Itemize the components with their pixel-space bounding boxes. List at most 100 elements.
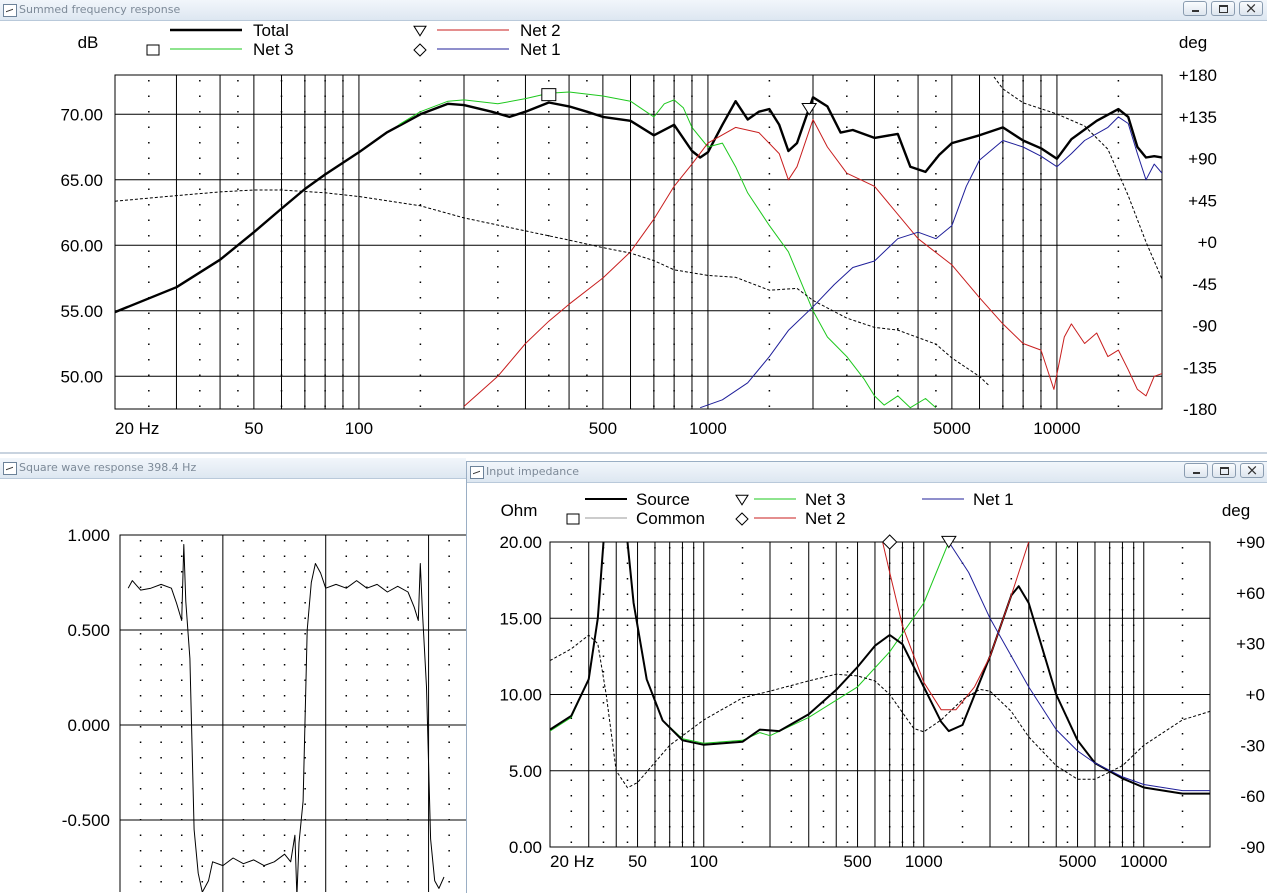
- y2-tick-label: +135: [1179, 108, 1217, 127]
- minimize-button[interactable]: [1183, 1, 1207, 16]
- minimize-button[interactable]: [1184, 463, 1208, 478]
- legend-label: Common: [636, 509, 705, 528]
- y2-tick-label: +30: [1236, 635, 1265, 654]
- square-wave-chart: 0.00 ms1.002.003.001.0000.5000.000-0.500: [62, 526, 466, 892]
- series-line-net-1: [948, 542, 1210, 792]
- legend-label: Net 3: [805, 490, 846, 509]
- close-button[interactable]: [1239, 0, 1263, 17]
- legend-label: Net 2: [520, 21, 561, 40]
- y2-tick-label: -60: [1240, 787, 1265, 806]
- x-tick-label: 1000: [689, 419, 727, 438]
- y-tick-label: 15.00: [499, 609, 542, 628]
- x-tick-label: 1000: [905, 852, 943, 871]
- y2-axis-label: deg: [1222, 501, 1250, 520]
- square-titlebar[interactable]: Square wave response 398.4 Hz: [0, 458, 466, 479]
- y2-tick-label: +60: [1236, 584, 1265, 603]
- y2-tick-label: +90: [1236, 533, 1265, 552]
- y-axis-label: Ohm: [501, 501, 538, 520]
- y-tick-label: 60.00: [60, 236, 103, 255]
- y-tick-label: 0.00: [509, 838, 542, 857]
- x-tick-label: 50: [244, 419, 263, 438]
- series-group: [550, 542, 1210, 795]
- y-tick-label: 5.00: [509, 762, 542, 781]
- close-button[interactable]: [1240, 462, 1264, 479]
- frequency-response-chart: 20 Hz 50 100 500 1000 5000 10000 50.00 55.00 60.0…: [60, 21, 1217, 438]
- input-impedance-chart: 20 Hz 50 100 500 1000 5000 10000 20.00 15.00 10.0…: [499, 490, 1265, 871]
- marker-diamond: [735, 512, 749, 526]
- marker-square: [541, 88, 557, 102]
- legend-label: Net 3: [253, 40, 294, 59]
- series-line-net-1: [700, 116, 1162, 409]
- freq-window: Summed frequency response 20 Hz 50 100 500 1…: [0, 0, 1267, 452]
- x-tick-label: 5000: [933, 419, 971, 438]
- marker-triangle: [735, 494, 749, 506]
- y2-tick-label: -180: [1183, 400, 1217, 419]
- chart-app-icon: [3, 4, 17, 17]
- y-tick-label: 55.00: [60, 302, 103, 321]
- series-line-net-2: [882, 542, 1030, 711]
- x-tick-label: 50: [628, 852, 647, 871]
- y-tick-label: -0.500: [62, 811, 110, 830]
- y-axis-label: dB: [78, 33, 99, 52]
- y2-tick-label: -45: [1192, 275, 1217, 294]
- legend-label: Net 1: [520, 40, 561, 59]
- window-divider: [0, 452, 1267, 454]
- chart-app-icon: [3, 462, 17, 475]
- maximize-button[interactable]: [1212, 463, 1236, 478]
- y2-tick-label: +0: [1198, 233, 1217, 252]
- series-line-source: [550, 542, 605, 731]
- marker-diamond: [881, 534, 898, 550]
- x-tick-label: 100: [690, 852, 718, 871]
- freq-titlebar[interactable]: Summed frequency response: [0, 0, 1267, 21]
- series-group: [115, 76, 1162, 409]
- imp-titlebar[interactable]: Input impedance: [467, 462, 1267, 483]
- y2-tick-label: -30: [1240, 736, 1265, 755]
- y2-tick-label: +0: [1246, 686, 1265, 705]
- y2-tick-label: -90: [1192, 317, 1217, 336]
- marker-triangle: [801, 102, 818, 116]
- marker-square: [146, 44, 160, 56]
- legend-label: Net 1: [973, 490, 1014, 509]
- series-group: [127, 544, 445, 892]
- y-tick-label: 65.00: [60, 171, 103, 190]
- y-tick-label: 70.00: [60, 105, 103, 124]
- imp-window: Input impedance 20 Hz 50 100 500 1000 5000 100…: [466, 461, 1267, 893]
- y-tick-label: 50.00: [60, 367, 103, 386]
- series-line-total: [115, 96, 1162, 314]
- y-tick-label: 10.00: [499, 686, 542, 705]
- x-tick-label: 100: [345, 419, 373, 438]
- y-tick-label: 0.000: [67, 716, 110, 735]
- legend-label: Total: [253, 21, 289, 40]
- legend-label: Source: [636, 490, 690, 509]
- marker-square: [566, 513, 580, 525]
- marker-diamond: [413, 43, 427, 57]
- series-line-square: [127, 544, 445, 892]
- y2-tick-label: -90: [1240, 838, 1265, 857]
- imp-window-title: Input impedance: [486, 465, 580, 478]
- x-tick-label: 500: [843, 852, 871, 871]
- y2-tick-label: +180: [1179, 66, 1217, 85]
- y-tick-label: 0.500: [67, 621, 110, 640]
- x-tick-label: 10000: [1033, 419, 1080, 438]
- marker-triangle: [413, 25, 427, 37]
- square-window: Square wave response 398.4 Hz 0.00 ms1.0…: [0, 458, 466, 892]
- x-tick-label: 20 Hz: [550, 852, 594, 871]
- freq-window-title: Summed frequency response: [19, 3, 181, 16]
- x-tick-label: 5000: [1059, 852, 1097, 871]
- y-tick-label: 1.000: [67, 526, 110, 545]
- y2-tick-label: -135: [1183, 358, 1217, 377]
- y2-tick-label: +45: [1188, 191, 1217, 210]
- square-window-title: Square wave response 398.4 Hz: [19, 461, 197, 474]
- x-tick-label: 500: [589, 419, 617, 438]
- maximize-button[interactable]: [1211, 1, 1235, 16]
- y2-axis-label: deg: [1179, 33, 1207, 52]
- x-tick-label: 10000: [1120, 852, 1167, 871]
- legend-label: Net 2: [805, 509, 846, 528]
- series-line-phase: [115, 76, 1162, 387]
- y-tick-label: 20.00: [499, 533, 542, 552]
- chart-app-icon: [470, 466, 484, 479]
- series-line-net-3: [398, 91, 937, 409]
- y2-tick-label: +90: [1188, 150, 1217, 169]
- series-line-phase: [550, 634, 1210, 789]
- x-tick-label: 20 Hz: [115, 419, 159, 438]
